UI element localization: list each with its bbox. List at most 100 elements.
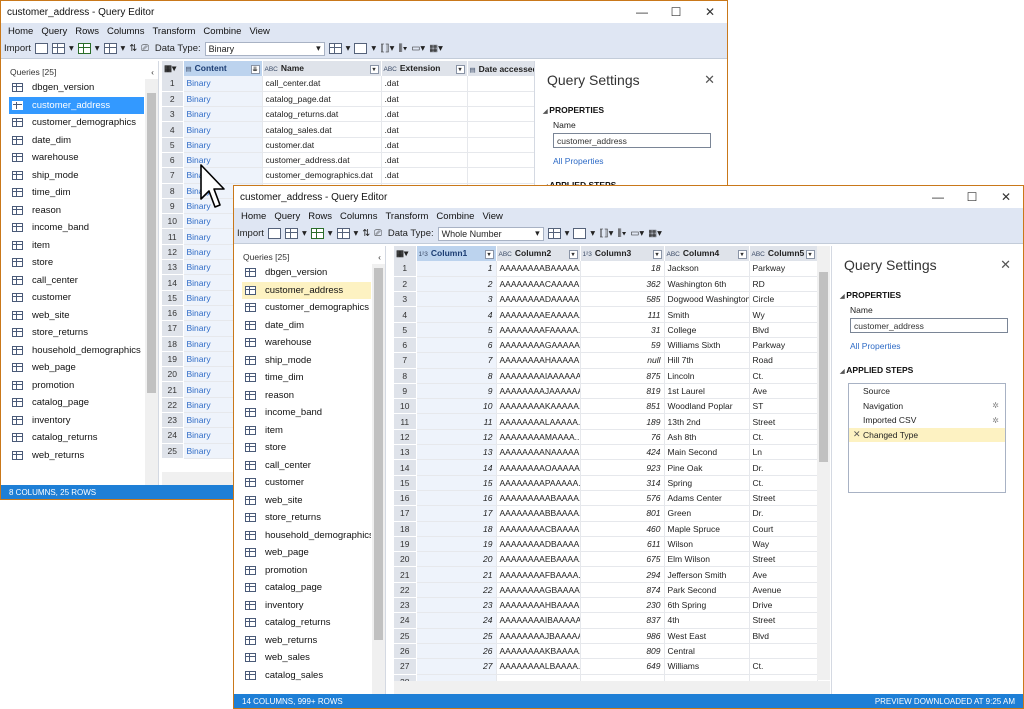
query-item[interactable]: catalog_sales (242, 667, 371, 685)
table-cell[interactable]: 809 (580, 643, 665, 660)
split-icon[interactable]: ⟦⟧▾ (380, 43, 394, 54)
table-cell[interactable]: 16 (416, 490, 497, 507)
table-cell[interactable]: AAAAAAAAIAAAAAAA (496, 368, 581, 384)
table-cell[interactable]: AAAAAAAAJBAAAAAA (496, 628, 581, 644)
table-cell[interactable]: customer_demographics.dat (262, 167, 382, 184)
table-cell[interactable]: AAAAAAAAKAAAAA... (496, 398, 581, 415)
table-cell[interactable]: Blvd (749, 628, 818, 644)
query-item[interactable]: web_page (242, 544, 371, 562)
table-cell[interactable]: AAAAAAAAKBAAAA... (496, 643, 581, 660)
table-cell[interactable]: AAAAAAAADBAAAA... (496, 536, 581, 553)
table-cell[interactable]: Parkway (749, 337, 818, 354)
table-cell[interactable]: AAAAAAAABAAAAA... (496, 261, 581, 277)
query-item[interactable]: customer_address (242, 281, 371, 299)
table-cell[interactable]: 19 (416, 536, 497, 553)
scrollbar[interactable] (372, 264, 385, 694)
table-cell[interactable]: Dr. (749, 459, 818, 476)
table-cell[interactable]: Ave (749, 566, 818, 583)
step-source[interactable]: Source (849, 384, 1005, 399)
table-cell[interactable]: Washington 6th (664, 276, 750, 293)
menu-combine[interactable]: Combine (203, 26, 241, 37)
table-cell[interactable]: 424 (580, 444, 665, 461)
step-navigation[interactable]: Navigation ✲ (849, 399, 1005, 414)
table-icon[interactable] (51, 43, 65, 54)
table-row[interactable]: 14 14 AAAAAAAAOAAAAA... 923 Pine Oak Dr. (394, 459, 818, 476)
query-item[interactable]: store_returns (9, 324, 144, 342)
table-cell[interactable]: 59 (580, 337, 665, 354)
menu-rows[interactable]: Rows (75, 26, 99, 37)
menu-columns[interactable]: Columns (107, 26, 145, 37)
table-cell[interactable]: AAAAAAAAFBAAAA... (496, 566, 581, 583)
column-header-extension[interactable]: ABC Extension ▾ (381, 61, 468, 76)
add-table-icon[interactable] (77, 43, 91, 54)
query-item[interactable]: warehouse (9, 149, 144, 167)
table-cell[interactable]: AAAAAAAALAAAAA... (496, 413, 581, 430)
table-row[interactable]: 1 1 AAAAAAAABAAAAA... 18 Jackson Parkway (394, 261, 818, 277)
table-cell[interactable] (467, 121, 535, 138)
close-icon[interactable]: ✕ (704, 72, 715, 99)
query-item[interactable]: customer (9, 289, 144, 307)
table-row[interactable]: 9 9 AAAAAAAAJAAAAAAA 819 1st Laurel Ave (394, 383, 818, 400)
table-cell[interactable] (749, 643, 818, 660)
table-row[interactable]: 7 7 AAAAAAAAHAAAAA... null Hill 7th Road (394, 352, 818, 369)
query-item[interactable]: call_center (9, 272, 144, 290)
add-table-icon[interactable] (310, 228, 324, 239)
column-header-column4[interactable]: ABC Column4 ▾ (664, 246, 750, 261)
table-cell[interactable]: 4th (664, 612, 750, 629)
collapse-icon[interactable]: ‹ (378, 252, 381, 262)
table-icon[interactable] (284, 228, 298, 239)
import-button[interactable]: Import (237, 228, 264, 239)
transform-icon[interactable]: ▭▾ (630, 228, 644, 239)
table-cell[interactable]: null (580, 352, 665, 369)
table-row[interactable]: 5 Binary customer.dat .dat (162, 137, 535, 153)
table-cell[interactable]: 460 (580, 521, 665, 537)
minimize-icon[interactable]: — (625, 1, 659, 23)
table-cell[interactable]: 12 (416, 429, 497, 446)
import-button[interactable]: Import (4, 43, 31, 54)
combine-icon[interactable]: ▦▾ (429, 43, 443, 54)
table-cell[interactable]: AAAAAAAADAAAAA... (496, 291, 581, 308)
query-item[interactable]: web_returns (9, 447, 144, 465)
column-header-content[interactable]: ▤ Content ⇊ (183, 61, 263, 76)
table-row[interactable]: 4 Binary catalog_sales.dat .dat (162, 121, 535, 138)
table-row[interactable]: 6 6 AAAAAAAAGAAAAA... 59 Williams Sixth Parkw… (394, 337, 818, 354)
table-cell[interactable]: call_center.dat (262, 76, 382, 92)
table-cell[interactable]: 230 (580, 597, 665, 614)
table-cell[interactable]: Dr. (749, 505, 818, 522)
query-item[interactable]: warehouse (242, 334, 371, 352)
table-cell[interactable]: Green (664, 505, 750, 522)
menu-transform[interactable]: Transform (385, 211, 428, 222)
query-item[interactable]: item (9, 237, 144, 255)
table-cell[interactable]: Ct. (749, 429, 818, 446)
query-item[interactable]: customer_demographics (9, 114, 144, 132)
menu-home[interactable]: Home (8, 26, 33, 37)
column-header-column3[interactable]: 1²3 Column3 ▾ (580, 246, 665, 261)
table-cell[interactable]: 923 (580, 459, 665, 476)
group-icon[interactable] (573, 228, 587, 239)
table-cell[interactable]: 675 (580, 551, 665, 568)
menu-view[interactable]: View (482, 211, 502, 222)
table-cell[interactable]: 14 (416, 459, 497, 476)
gear-icon[interactable]: ✲ (992, 416, 999, 425)
table-cell[interactable]: Smith (664, 306, 750, 323)
all-properties-link[interactable]: All Properties (535, 156, 727, 166)
table-cell[interactable]: ST (749, 398, 818, 415)
table-cell[interactable]: 851 (580, 398, 665, 415)
table-row[interactable]: 15 15 AAAAAAAAPAAAAA... 314 Spring Ct. (394, 475, 818, 491)
table-cell[interactable]: 5 (416, 322, 497, 338)
merge-icon[interactable]: ⫼▾ (398, 43, 407, 54)
table-cell[interactable]: Williams Sixth (664, 337, 750, 354)
grid-vertical-scrollbar[interactable] (817, 246, 830, 680)
table-cell[interactable]: Hill 7th (664, 352, 750, 369)
table-cell[interactable]: .dat (381, 121, 468, 138)
table-cell[interactable]: 18 (580, 261, 665, 277)
table-cell[interactable]: Williams (664, 658, 750, 675)
replace-icon[interactable] (328, 43, 342, 54)
menu-columns[interactable]: Columns (340, 211, 378, 222)
query-item[interactable]: time_dim (9, 184, 144, 202)
query-item[interactable]: household_demographics (9, 342, 144, 360)
table-cell[interactable]: 20 (416, 551, 497, 568)
table-row[interactable]: 2 2 AAAAAAAACAAAAA... 362 Washington 6th RD (394, 276, 818, 293)
query-item[interactable]: reason (242, 387, 371, 405)
table-cell[interactable]: 837 (580, 612, 665, 629)
